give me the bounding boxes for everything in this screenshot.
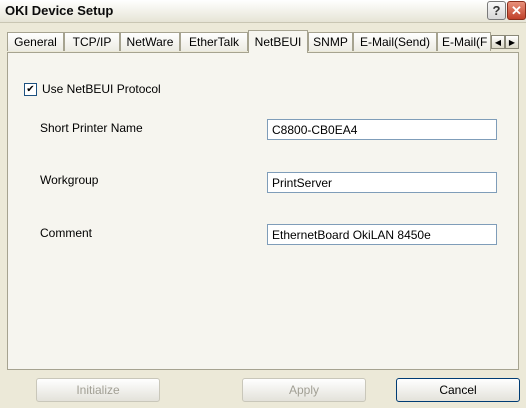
close-button[interactable]: ✕ [507,1,526,20]
use-netbeui-label: Use NetBEUI Protocol [42,82,161,96]
tab-ethertalk[interactable]: EtherTalk [180,32,248,51]
tab-tcpip[interactable]: TCP/IP [64,32,120,51]
tab-snmp[interactable]: SNMP [308,32,353,51]
comment-field[interactable] [267,224,497,245]
title-bar: OKI Device Setup ? ✕ [0,0,526,23]
tab-email-receive[interactable]: E-Mail(F [437,32,491,51]
tab-scroll-right-icon[interactable]: ▶ [505,35,519,49]
tab-email-send[interactable]: E-Mail(Send) [353,32,437,51]
tab-netware[interactable]: NetWare [120,32,180,51]
window-title: OKI Device Setup [5,3,114,18]
device-setup-window: OKI Device Setup ? ✕ General TCP/IP NetW… [0,0,526,408]
short-printer-name-field[interactable] [267,119,497,140]
help-button[interactable]: ? [487,1,506,20]
workgroup-field[interactable] [267,172,497,193]
apply-button[interactable]: Apply [242,378,366,402]
initialize-button[interactable]: Initialize [36,378,160,402]
tab-netbeui[interactable]: NetBEUI [248,30,308,53]
workgroup-label: Workgroup [40,173,99,187]
comment-label: Comment [40,226,93,240]
use-netbeui-row[interactable]: ✔ Use NetBEUI Protocol [24,82,161,96]
use-netbeui-checkbox[interactable]: ✔ [24,82,37,96]
netbeui-panel [7,52,519,370]
tab-general[interactable]: General [7,32,64,51]
tab-scroll-left-icon[interactable]: ◀ [491,35,505,49]
tab-strip: General TCP/IP NetWare EtherTalk NetBEUI… [7,30,519,53]
short-printer-name-label: Short Printer Name [40,121,143,135]
cancel-button[interactable]: Cancel [396,378,520,402]
